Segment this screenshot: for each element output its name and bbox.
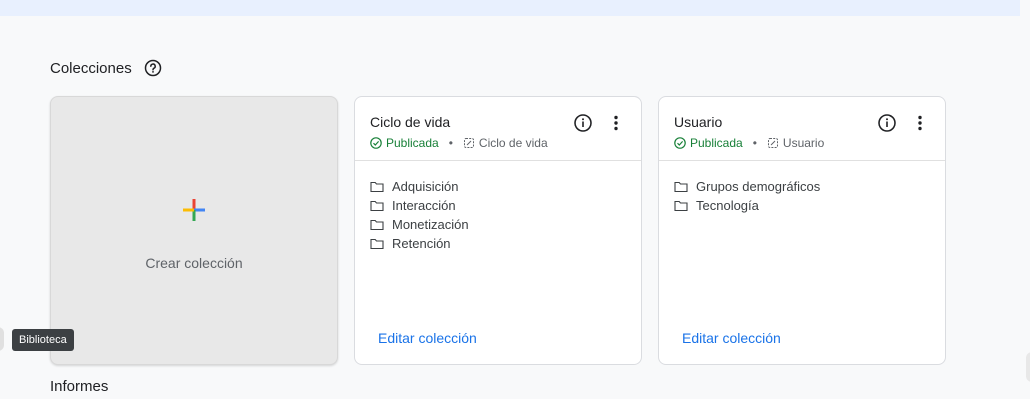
folder-icon (674, 181, 688, 192)
card-title: Usuario (674, 114, 723, 130)
collections-title: Colecciones (50, 59, 132, 77)
card-title: Ciclo de vida (370, 114, 451, 130)
list-item: Grupos demográficos (674, 177, 945, 196)
top-banner (0, 0, 1020, 16)
more-vert-icon[interactable] (910, 113, 930, 133)
create-collection-card[interactable]: Crear colección (50, 96, 338, 365)
info-icon[interactable] (573, 113, 593, 133)
status-badge: Publicada (386, 136, 439, 150)
list-item-label: Interacción (392, 198, 456, 213)
folder-icon (370, 238, 384, 249)
separator-dot: • (752, 136, 757, 150)
list-item-label: Monetización (392, 217, 469, 232)
topic-list: Adquisición Interacción Monetización Ret… (355, 161, 641, 253)
check-circle-icon (370, 137, 382, 149)
library-tooltip: Biblioteca (12, 329, 74, 351)
card-header: Ciclo de vida Publicada • Ciclo de vida (355, 97, 641, 161)
folder-icon (370, 200, 384, 211)
template-icon (463, 138, 474, 148)
collections-header: Colecciones (50, 59, 162, 77)
list-item: Adquisición (370, 177, 641, 196)
list-item: Interacción (370, 196, 641, 215)
template-label: Ciclo de vida (478, 136, 548, 150)
card-meta: Publicada • Usuario (674, 136, 824, 150)
help-circle-icon[interactable] (144, 59, 162, 77)
card-header: Usuario Publicada • Usuario (659, 97, 945, 161)
list-item: Tecnología (674, 196, 945, 215)
collection-card-user: Usuario Publicada • Usuario Grupos demog… (658, 96, 946, 365)
check-circle-icon (674, 137, 686, 149)
folder-icon (674, 200, 688, 211)
create-collection-label: Crear colección (145, 255, 243, 271)
list-item-label: Adquisición (392, 179, 459, 194)
list-item-label: Tecnología (696, 198, 759, 213)
list-item-label: Retención (392, 236, 451, 251)
folder-icon (370, 181, 384, 192)
edit-collection-link[interactable]: Editar colección (682, 330, 781, 346)
plus-icon (183, 199, 205, 221)
edit-collection-link[interactable]: Editar colección (378, 330, 477, 346)
more-vert-icon[interactable] (606, 113, 626, 133)
folder-icon (370, 219, 384, 230)
topic-list: Grupos demográficos Tecnología (659, 161, 945, 215)
list-item: Retención (370, 234, 641, 253)
list-item: Monetización (370, 215, 641, 234)
separator-dot: • (448, 136, 453, 150)
template-label: Usuario (782, 136, 825, 150)
status-badge: Publicada (690, 136, 743, 150)
left-panel-handle[interactable] (0, 327, 4, 351)
list-item-label: Grupos demográficos (696, 179, 821, 194)
reports-title: Informes (50, 378, 109, 395)
right-panel-handle[interactable] (1026, 352, 1030, 382)
info-icon[interactable] (877, 113, 897, 133)
collection-card-lifecycle: Ciclo de vida Publicada • Ciclo de vida (354, 96, 642, 365)
card-meta: Publicada • Ciclo de vida (370, 136, 548, 150)
template-icon (767, 138, 778, 148)
